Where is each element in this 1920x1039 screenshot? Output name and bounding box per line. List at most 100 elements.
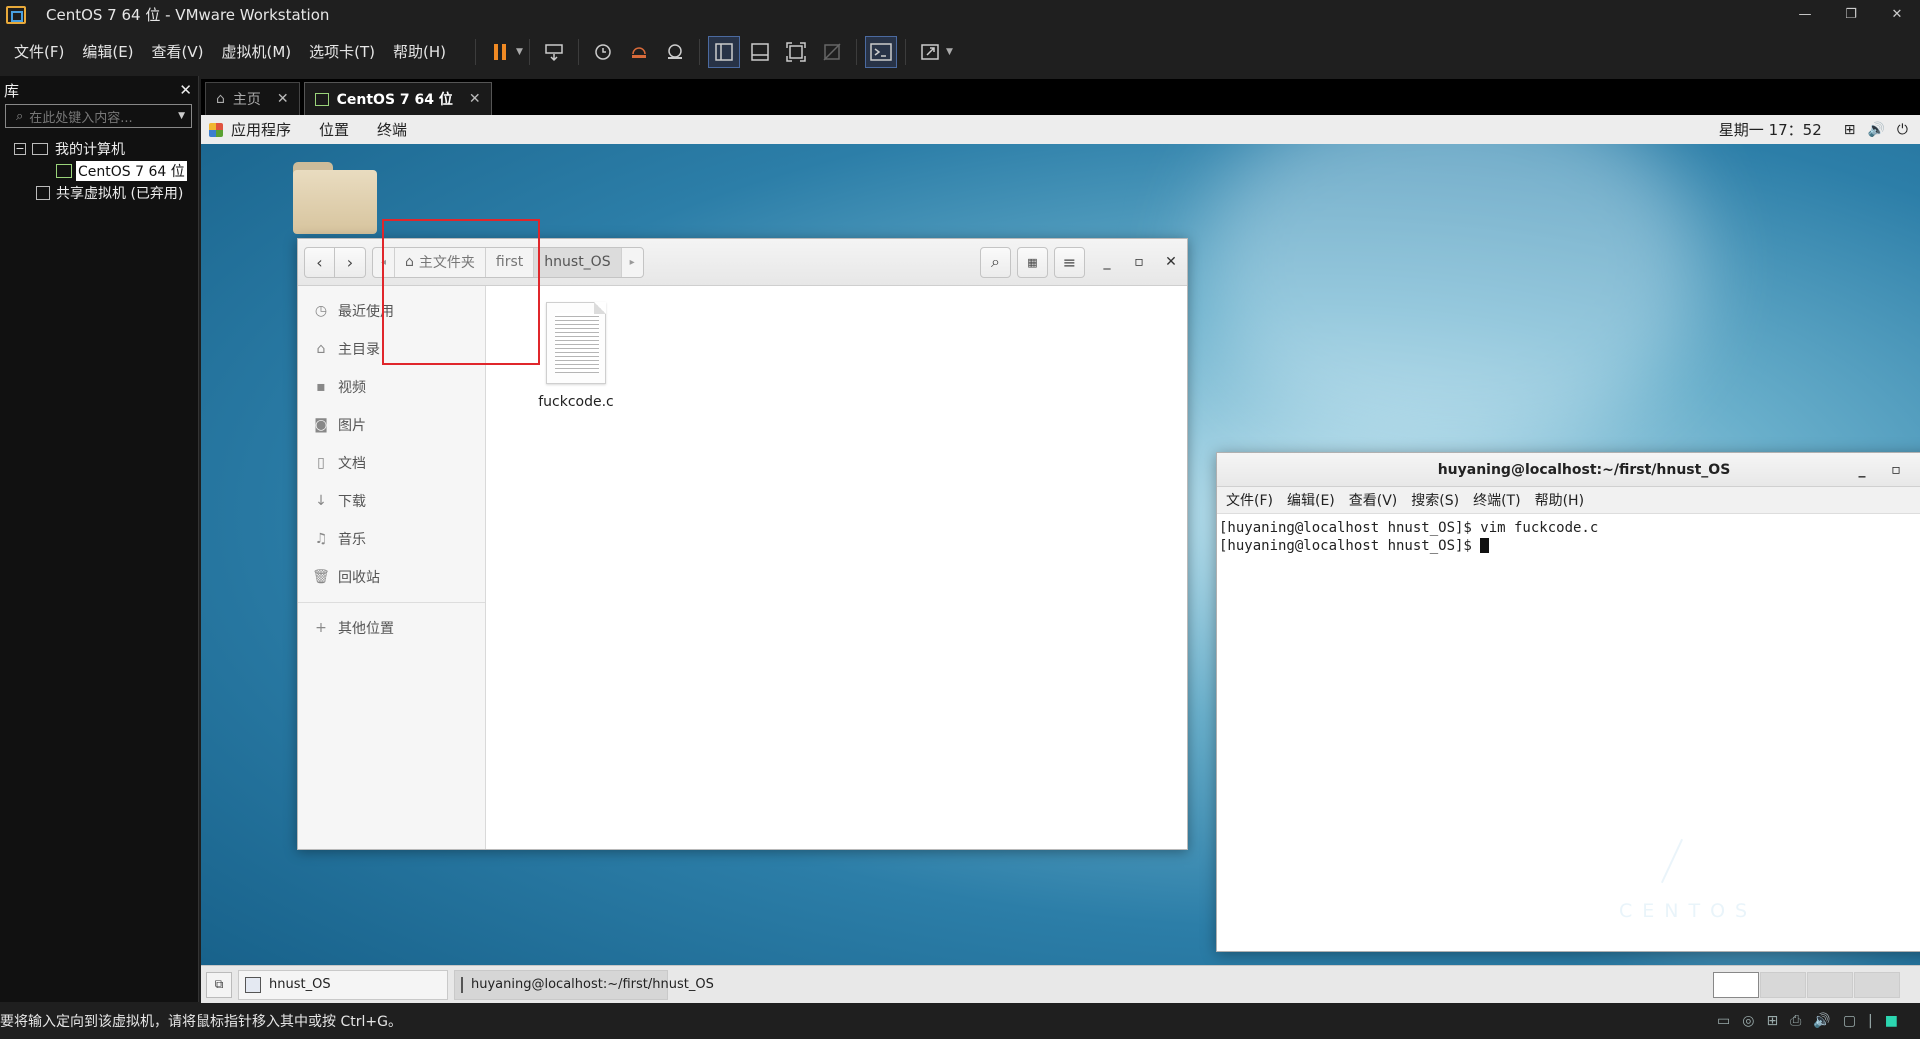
minimize-icon[interactable]: _ xyxy=(1845,462,1879,478)
sound-card-icon[interactable]: 🔊 xyxy=(1813,1013,1830,1029)
send-ctrl-alt-del-button[interactable] xyxy=(539,37,569,67)
tree-item-shared-vms[interactable]: 共享虚拟机 (已弃用) xyxy=(0,182,198,204)
library-view-icon xyxy=(715,42,733,61)
close-icon[interactable]: ✕ xyxy=(1155,254,1187,270)
terminal-menu-edit[interactable]: 编辑(E) xyxy=(1280,490,1342,510)
terminal-window: huyaning@localhost:~/first/hnust_OS _ ▫ … xyxy=(1216,452,1920,952)
search-button[interactable]: ⌕ xyxy=(980,246,1011,278)
search-icon: ⌕ xyxy=(991,252,1000,271)
printer-icon[interactable]: ⎙ xyxy=(1790,1013,1801,1029)
place-downloads[interactable]: ↓ 下载 xyxy=(298,482,485,520)
unity-button[interactable] xyxy=(817,37,847,67)
vm-icon xyxy=(314,92,329,106)
stretch-dropdown-icon[interactable]: ▼ xyxy=(946,47,953,57)
place-other-locations[interactable]: + 其他位置 xyxy=(298,609,485,647)
library-search-input[interactable]: ⌕ 在此处键入内容... ▼ xyxy=(5,104,192,128)
message-icon[interactable]: ■ xyxy=(1885,1013,1898,1029)
terminal-menu-terminal[interactable]: 终端(T) xyxy=(1466,490,1527,510)
usb-icon[interactable]: | xyxy=(1868,1013,1873,1029)
breadcrumb-right-arrow-icon[interactable]: ▸ xyxy=(622,248,643,277)
hard-disk-icon[interactable]: ▭ xyxy=(1717,1013,1730,1029)
terminal-menu-view[interactable]: 查看(V) xyxy=(1342,490,1405,510)
clock[interactable]: 星期一 17：52 xyxy=(1719,119,1822,140)
terminal-menu-file[interactable]: 文件(F) xyxy=(1219,490,1280,510)
menu-help[interactable]: 帮助(H) xyxy=(384,41,455,62)
back-button[interactable]: ‹ xyxy=(304,246,335,278)
network-adapter-icon[interactable]: ⊞ xyxy=(1766,1013,1778,1029)
console-icon xyxy=(870,42,892,61)
highlight-box xyxy=(382,219,540,365)
place-music[interactable]: ♫ 音乐 xyxy=(298,520,485,558)
place-pictures[interactable]: ◙ 图片 xyxy=(298,406,485,444)
breadcrumb-hnust-os[interactable]: hnust_OS xyxy=(534,247,622,277)
cd-dvd-icon[interactable]: ◎ xyxy=(1742,1013,1754,1029)
menu-file[interactable]: 文件(F) xyxy=(5,41,73,62)
workspace-3[interactable] xyxy=(1807,971,1853,998)
stretch-icon xyxy=(921,43,939,60)
toolbar-separator xyxy=(904,38,906,65)
forward-button[interactable]: › xyxy=(335,246,366,278)
place-label: 文档 xyxy=(338,456,366,472)
close-icon[interactable]: ✕ xyxy=(1874,0,1920,29)
show-library-button[interactable] xyxy=(707,35,740,68)
restore-icon[interactable]: ❐ xyxy=(1828,0,1874,29)
workspace-2[interactable] xyxy=(1760,971,1806,998)
close-tab-icon[interactable]: ✕ xyxy=(469,91,481,107)
place-documents[interactable]: ▯ 文档 xyxy=(298,444,485,482)
desktop-folder-icon[interactable] xyxy=(293,162,377,236)
list-view-icon: ▦ xyxy=(1027,255,1038,269)
terminal-menu-search[interactable]: 搜索(S) xyxy=(1404,490,1466,510)
close-library-icon[interactable]: ✕ xyxy=(179,81,192,99)
terminal-menu-help[interactable]: 帮助(H) xyxy=(1528,490,1591,510)
menu-tabs[interactable]: 选项卡(T) xyxy=(300,41,384,62)
revert-snapshot-icon xyxy=(631,46,646,58)
tree-item-my-computer[interactable]: − 我的计算机 xyxy=(0,138,198,160)
view-toggle-button[interactable]: ▦ xyxy=(1017,246,1048,278)
place-trash[interactable]: 🗑 回收站 xyxy=(298,558,485,596)
menu-view[interactable]: 查看(V) xyxy=(143,41,213,62)
menu-applications[interactable]: 应用程序 xyxy=(231,119,291,140)
workspace-1[interactable] xyxy=(1713,971,1759,998)
full-screen-button[interactable] xyxy=(781,37,811,67)
menu-button[interactable]: ≡ xyxy=(1054,246,1085,278)
taskbar-item-terminal[interactable]: huyaning@localhost:~/first/hnust_OS xyxy=(454,969,714,1000)
power-icon[interactable]: ⏻ xyxy=(1897,122,1908,138)
stretch-guest-button[interactable] xyxy=(915,37,945,67)
tab-home[interactable]: ⌂ 主页 ✕ xyxy=(205,82,300,115)
menu-terminal[interactable]: 终端 xyxy=(377,119,407,140)
taskbar-item-file-manager[interactable]: hnust_OS xyxy=(238,969,448,1000)
snapshot-manager-button[interactable] xyxy=(660,37,690,67)
title-bar: CentOS 7 64 位 - VMware Workstation — ❐ ✕ xyxy=(0,0,1920,29)
menu-vm[interactable]: 虚拟机(M) xyxy=(213,41,301,62)
file-item[interactable]: fuckcode.c xyxy=(526,302,626,410)
pause-button[interactable] xyxy=(485,37,515,67)
search-dropdown-icon[interactable]: ▼ xyxy=(178,111,185,121)
close-tab-icon[interactable]: ✕ xyxy=(277,91,289,107)
camera-icon: ◙ xyxy=(314,417,328,433)
menu-edit[interactable]: 编辑(E) xyxy=(73,41,142,62)
collapse-icon[interactable]: − xyxy=(14,143,26,155)
terminal-output[interactable]: [huyaning@localhost hnust_OS]$ vim fuckc… xyxy=(1217,515,1920,951)
maximize-icon[interactable]: ▫ xyxy=(1123,254,1155,270)
place-videos[interactable]: ▪ 视频 xyxy=(298,368,485,406)
console-view-button[interactable] xyxy=(864,35,897,68)
show-desktop-button[interactable]: ⧉ xyxy=(206,971,232,998)
minimize-icon[interactable]: _ xyxy=(1091,254,1123,270)
snapshot-button[interactable] xyxy=(588,37,618,67)
tab-centos[interactable]: CentOS 7 64 位 ✕ xyxy=(303,82,492,115)
tree-item-centos-vm[interactable]: CentOS 7 64 位 xyxy=(0,160,198,182)
volume-icon[interactable]: 🔊 xyxy=(1867,122,1884,138)
revert-snapshot-button[interactable] xyxy=(624,37,654,67)
workspace-4[interactable] xyxy=(1854,971,1900,998)
close-icon[interactable]: ✕ xyxy=(1913,462,1920,478)
maximize-icon[interactable]: ▫ xyxy=(1879,462,1913,478)
minimize-icon[interactable]: — xyxy=(1782,0,1828,29)
thumbnail-bar-button[interactable] xyxy=(745,37,775,67)
network-icon[interactable]: ⊞ xyxy=(1844,122,1856,138)
file-view[interactable]: fuckcode.c xyxy=(486,286,1187,849)
tree-label-vm: CentOS 7 64 位 xyxy=(76,161,187,181)
display-icon[interactable]: ▢ xyxy=(1843,1013,1856,1029)
menu-places[interactable]: 位置 xyxy=(319,119,349,140)
trash-icon: 🗑 xyxy=(312,569,330,585)
pause-dropdown-icon[interactable]: ▼ xyxy=(516,47,523,57)
